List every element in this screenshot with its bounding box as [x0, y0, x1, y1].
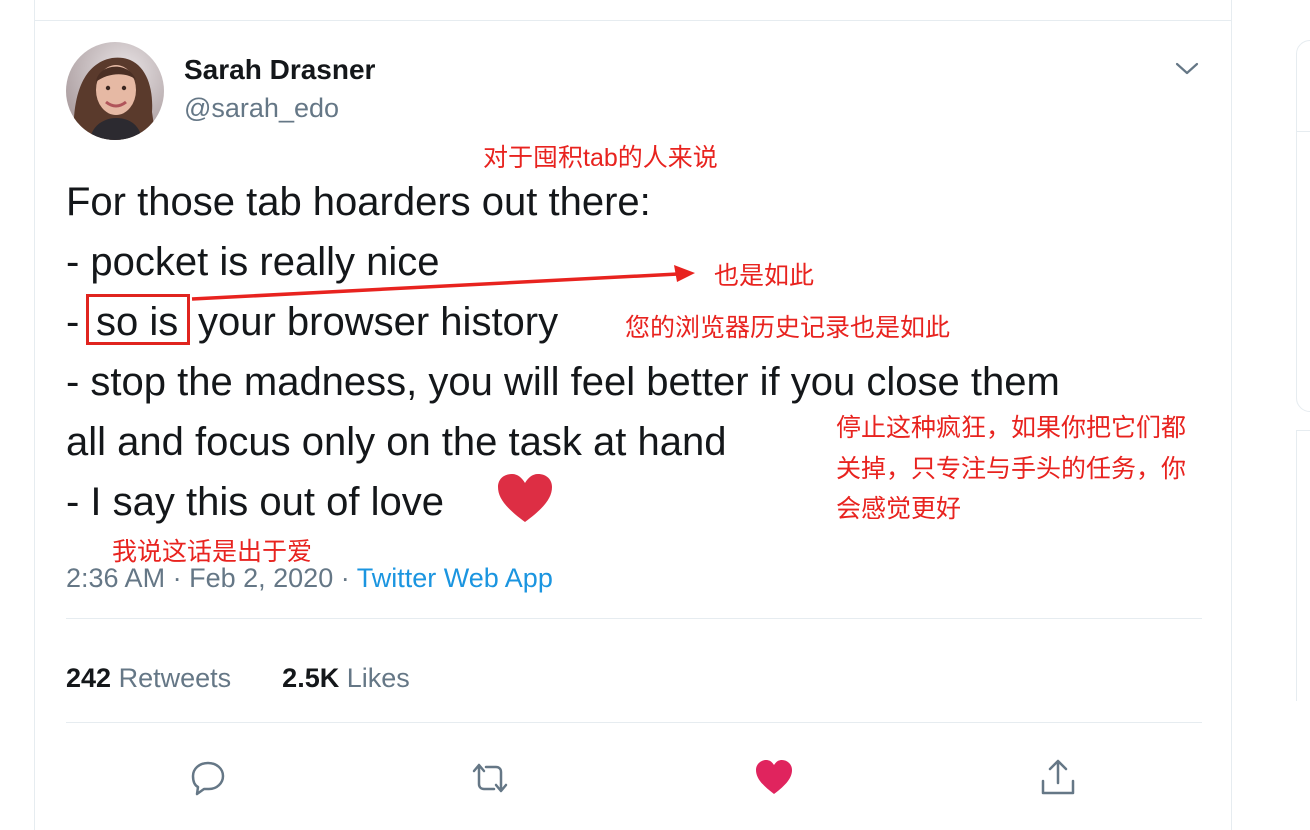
tweet-text-line: - pocket is really nice: [66, 240, 440, 284]
divider: [66, 618, 1202, 619]
share-icon[interactable]: [1036, 756, 1080, 800]
tweet-source-link[interactable]: Twitter Web App: [357, 563, 553, 593]
avatar[interactable]: [66, 42, 164, 140]
annotation-stop-line-3: 会感觉更好: [836, 495, 962, 523]
divider: [1297, 131, 1310, 132]
tweet-timestamp: 2:36 AM · Feb 2, 2020 · Twitter Web App: [66, 563, 553, 594]
tweet-text-line: - stop the madness, you will feel better…: [66, 360, 1060, 404]
chevron-down-icon[interactable]: [1172, 56, 1202, 80]
tweet-text-line: - I say this out of love: [66, 480, 444, 524]
tweet-text-line: -: [66, 300, 80, 344]
tweet-text-line: For those tab hoarders out there:: [66, 180, 651, 224]
likes-count: 2.5K: [282, 663, 340, 693]
sidebar-panel: [1296, 430, 1310, 701]
reply-icon[interactable]: [186, 756, 230, 800]
annotation-title: 对于囤积tab的人来说: [483, 144, 718, 172]
annotation-stop-line-1: 停止这种疯狂，如果你把它们都: [836, 414, 1187, 442]
sidebar-panel: [1296, 40, 1310, 412]
tweet-date[interactable]: Feb 2, 2020: [189, 563, 333, 593]
likes-label: Likes: [346, 663, 410, 693]
divider: [35, 20, 1231, 21]
likes-stat[interactable]: 2.5K Likes: [282, 663, 410, 693]
tweet-text-line: your browser history: [198, 300, 559, 344]
author-display-name[interactable]: Sarah Drasner: [184, 54, 375, 86]
retweets-label: Retweets: [118, 663, 232, 693]
annotation-stop-line-2: 关掉，只专注与手头的任务，你: [836, 455, 1187, 483]
tweet-text-line: all and focus only on the task at hand: [66, 420, 727, 464]
tweet-time[interactable]: 2:36 AM: [66, 563, 165, 593]
divider: [66, 722, 1202, 723]
red-heart-emoji: [496, 472, 554, 524]
annotation-browser-history: 您的浏览器历史记录也是如此: [625, 314, 951, 342]
tweet-stats: 242 Retweets 2.5K Likes: [66, 663, 410, 694]
annotation-highlight-box: [86, 294, 190, 345]
author-handle[interactable]: @sarah_edo: [184, 93, 339, 124]
retweet-icon[interactable]: [468, 756, 512, 800]
heart-icon[interactable]: [752, 756, 796, 800]
retweets-count: 242: [66, 663, 112, 693]
meta-separator: ·: [340, 563, 350, 593]
retweets-stat[interactable]: 242 Retweets: [66, 663, 231, 693]
annotation-arrow: 也是如此: [714, 262, 815, 290]
meta-separator: ·: [172, 563, 182, 593]
